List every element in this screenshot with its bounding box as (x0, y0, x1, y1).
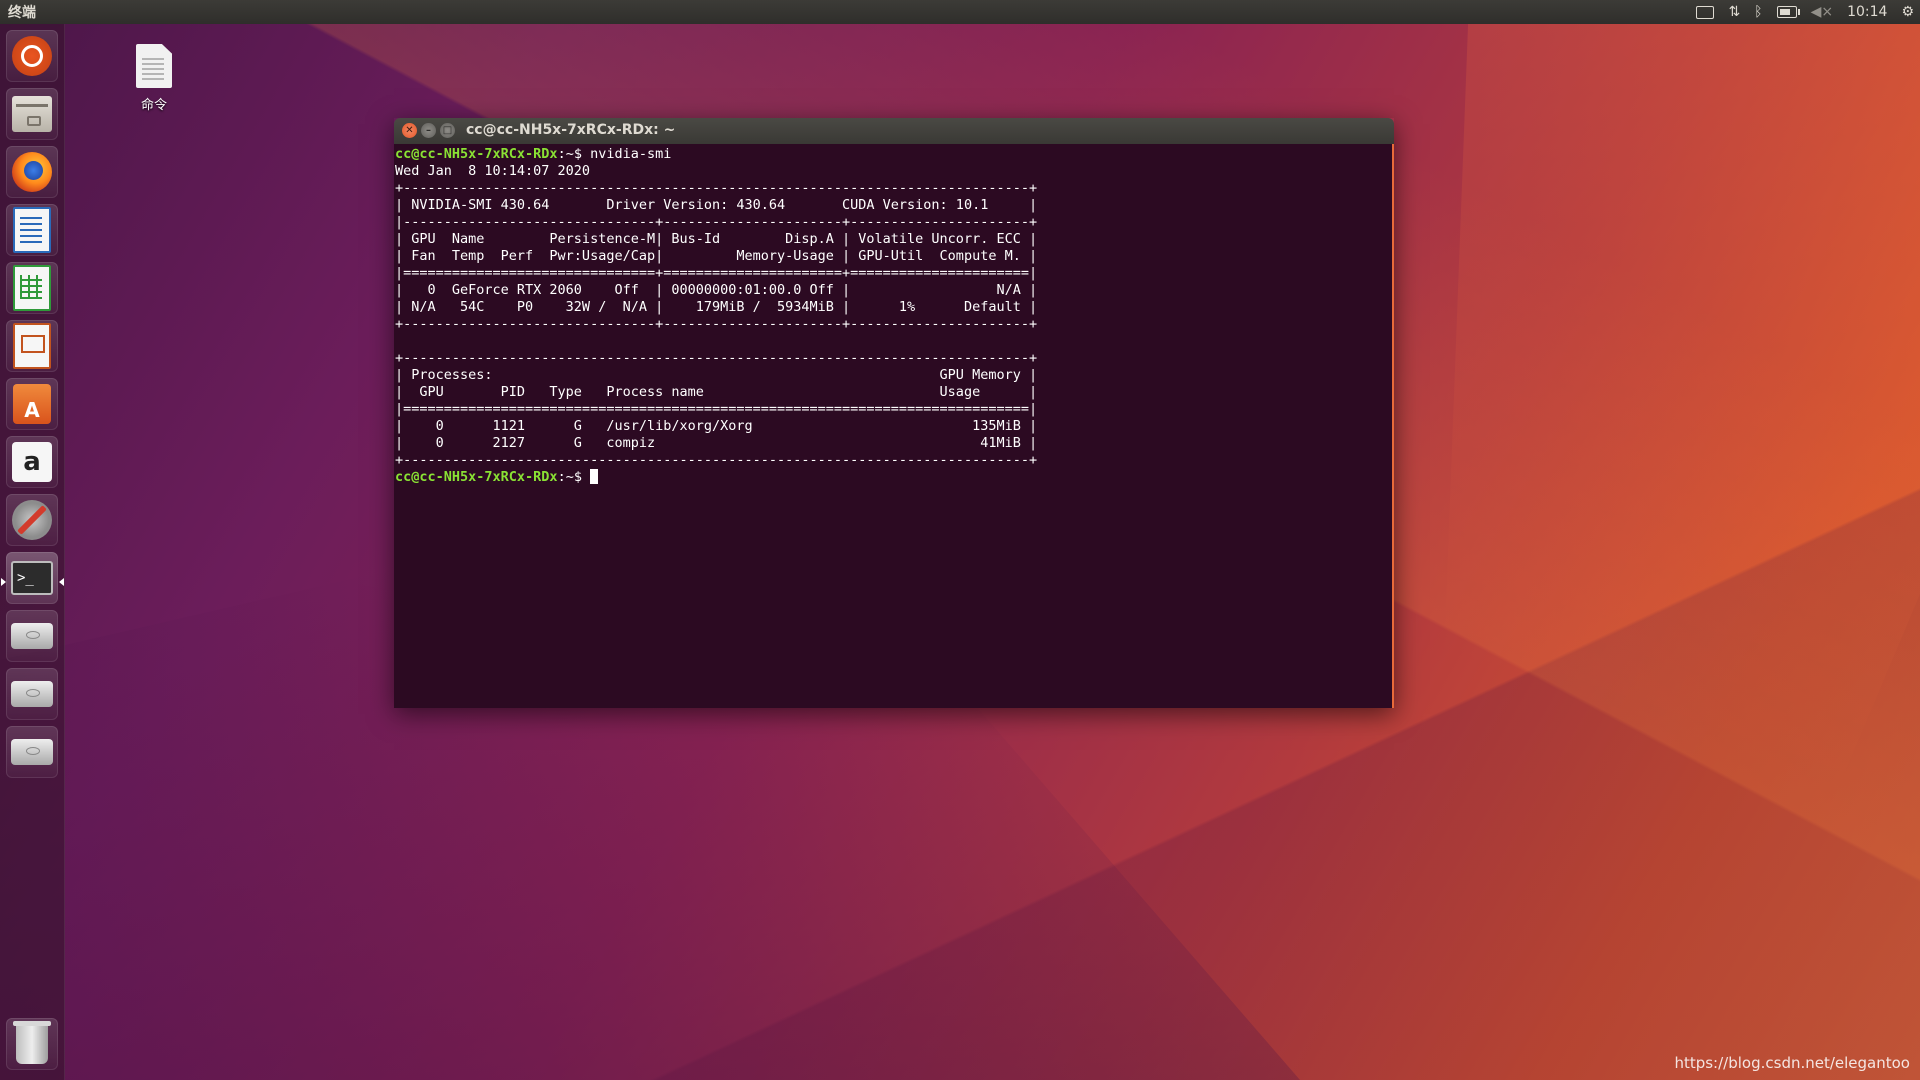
text-file-icon (136, 44, 172, 88)
terminal-icon: >_ (11, 561, 53, 595)
maximize-button[interactable]: □ (440, 123, 455, 138)
launcher: A a >_ (0, 24, 65, 1080)
indicator-area: ⇅ ᛒ ◀× 10:14 ⚙ (1696, 0, 1914, 24)
window-titlebar[interactable]: ✕ – □ cc@cc-NH5x-7xRCx-RDx: ~ (394, 118, 1394, 144)
volume-muted-icon[interactable]: ◀× (1811, 0, 1834, 24)
drive-button[interactable] (6, 726, 58, 778)
output-line: | GPU PID Type Process name Usage | (395, 384, 1038, 400)
drive-icon (11, 681, 53, 707)
amazon-icon: a (12, 442, 52, 482)
trash-button[interactable] (6, 1018, 58, 1070)
ubuntu-logo-icon (12, 36, 52, 76)
settings-button[interactable] (6, 494, 58, 546)
output-line: +---------------------------------------… (395, 350, 1038, 366)
drive-button[interactable] (6, 668, 58, 720)
text-cursor (590, 469, 599, 484)
writer-button[interactable] (6, 204, 58, 256)
output-line: +---------------------------------------… (395, 180, 1038, 196)
impress-icon (13, 323, 51, 369)
drive-icon (11, 739, 53, 765)
terminal-content[interactable]: cc@cc-NH5x-7xRCx-RDx:~$ nvidia-smi Wed J… (394, 144, 1394, 708)
output-line: | 0 GeForce RTX 2060 Off | 00000000:01:0… (395, 282, 1038, 298)
terminal-window[interactable]: ✕ – □ cc@cc-NH5x-7xRCx-RDx: ~ cc@cc-NH5x… (394, 118, 1394, 708)
files-icon (12, 96, 52, 132)
output-line: | 0 2127 G compiz 41MiB | (395, 435, 1038, 451)
software-store-icon: A (13, 384, 51, 424)
prompt-path: :~$ (557, 469, 582, 485)
output-line: +---------------------------------------… (395, 452, 1038, 468)
files-button[interactable] (6, 88, 58, 140)
calc-icon (13, 265, 51, 311)
impress-button[interactable] (6, 320, 58, 372)
close-button[interactable]: ✕ (402, 123, 417, 138)
software-button[interactable]: A (6, 378, 58, 430)
output-line: |=======================================… (395, 401, 1038, 417)
bluetooth-icon[interactable]: ᛒ (1754, 0, 1762, 24)
top-panel: 终端 ⇅ ᛒ ◀× 10:14 ⚙ (0, 0, 1920, 24)
prompt-user: cc@cc-NH5x-7xRCx-RDx (395, 469, 558, 485)
command-text: nvidia-smi (581, 146, 672, 162)
calc-button[interactable] (6, 262, 58, 314)
command-output: Wed Jan 8 10:14:07 2020 +---------------… (395, 163, 1037, 468)
desktop-file[interactable]: 命令 (128, 44, 180, 113)
system-settings-icon (12, 500, 52, 540)
clock[interactable]: 10:14 (1847, 0, 1887, 24)
minimize-button[interactable]: – (421, 123, 436, 138)
output-line: |===============================+=======… (395, 265, 1038, 281)
keyboard-icon[interactable] (1696, 0, 1715, 24)
network-icon[interactable]: ⇅ (1728, 0, 1740, 24)
window-title: cc@cc-NH5x-7xRCx-RDx: ~ (466, 122, 676, 138)
amazon-button[interactable]: a (6, 436, 58, 488)
desktop-file-label: 命令 (140, 98, 167, 113)
active-app-title: 终端 (8, 5, 36, 21)
firefox-button[interactable] (6, 146, 58, 198)
writer-icon (13, 207, 51, 253)
firefox-icon (12, 152, 52, 192)
prompt-path: :~$ (557, 146, 582, 162)
gear-icon[interactable]: ⚙ (1901, 0, 1914, 24)
drive-icon (11, 623, 53, 649)
terminal-button[interactable]: >_ (6, 552, 58, 604)
output-line: | 0 1121 G /usr/lib/xorg/Xorg 135MiB | (395, 418, 1038, 434)
prompt-user: cc@cc-NH5x-7xRCx-RDx (395, 146, 558, 162)
output-line: | GPU Name Persistence-M| Bus-Id Disp.A … (395, 231, 1038, 247)
output-line: +-------------------------------+-------… (395, 316, 1038, 332)
output-line: | Processes: GPU Memory | (395, 367, 1038, 383)
ubuntu-dash-button[interactable] (6, 30, 58, 82)
focused-indicator (59, 578, 64, 586)
output-line: Wed Jan 8 10:14:07 2020 (395, 163, 591, 179)
trash-icon (13, 1021, 51, 1064)
drive-button[interactable] (6, 610, 58, 662)
battery-icon[interactable] (1776, 0, 1800, 24)
output-line: | Fan Temp Perf Pwr:Usage/Cap| Memory-Us… (395, 248, 1038, 264)
watermark: https://blog.csdn.net/elegantoo (1674, 1054, 1910, 1072)
output-line: | N/A 54C P0 32W / N/A | 179MiB / 5934Mi… (395, 299, 1038, 315)
output-line: |-------------------------------+-------… (395, 214, 1038, 230)
output-line: | NVIDIA-SMI 430.64 Driver Version: 430.… (395, 197, 1038, 213)
